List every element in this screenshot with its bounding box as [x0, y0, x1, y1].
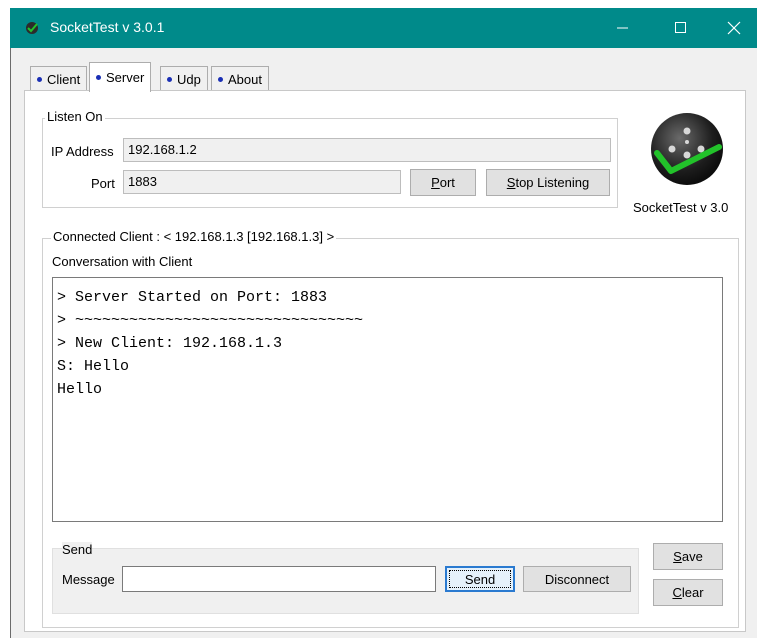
ip-address-field[interactable]: 192.168.1.2 [123, 138, 611, 162]
title-bar[interactable]: SocketTest v 3.0.1 [10, 8, 757, 48]
socket-logo-icon [651, 113, 723, 185]
tab-dot-icon [167, 76, 172, 82]
tab-about[interactable]: About [211, 66, 269, 91]
tab-label: Server [106, 70, 145, 85]
app-icon [26, 22, 38, 34]
conversation-line: > ~~~~~~~~~~~~~~~~~~~~~~~~~~~~~~~~ [57, 312, 364, 329]
close-button[interactable] [711, 8, 757, 48]
disconnect-button-label: Disconnect [544, 571, 610, 587]
conversation-label: Conversation with Client [52, 254, 193, 269]
stop-listening-button[interactable]: Stop Listening [486, 169, 610, 196]
port-button-mnemonic: P [431, 175, 440, 190]
save-button-label: ave [681, 549, 703, 564]
window-title: SocketTest v 3.0.1 [50, 19, 165, 35]
message-label: Message [62, 572, 115, 587]
logo-caption: SocketTest v 3.0 [633, 200, 729, 215]
port-button-label: ort [439, 175, 455, 190]
tab-label: Udp [177, 71, 201, 87]
maximize-icon [675, 22, 686, 33]
tab-udp[interactable]: Udp [160, 66, 208, 91]
ip-address-label: IP Address [51, 144, 114, 159]
port-label: Port [91, 176, 115, 191]
tab-dot-icon [37, 76, 42, 82]
port-field[interactable]: 1883 [123, 170, 401, 194]
clear-button[interactable]: Clear [653, 579, 723, 606]
conversation-line: > Server Started on Port: 1883 [57, 289, 328, 306]
tab-dot-icon [218, 76, 223, 82]
tab-server[interactable]: Server [89, 62, 152, 92]
send-legend: Send [62, 542, 93, 557]
tab-label: Client [47, 71, 81, 87]
tab-dot-icon [96, 75, 101, 80]
stop-button-label: top Listening [515, 175, 590, 190]
focus-ring [449, 570, 511, 588]
port-button[interactable]: Port [410, 169, 476, 196]
tab-label: About [228, 71, 262, 87]
listen-on-legend: Listen On [45, 109, 105, 124]
minimize-button[interactable] [600, 8, 646, 48]
stop-button-mnemonic: S [506, 175, 516, 190]
clear-button-mnemonic: C [672, 585, 682, 600]
disconnect-button[interactable]: Disconnect [523, 566, 631, 592]
conversation-line: S: Hello [57, 358, 130, 375]
conversation-line: > New Client: 192.168.1.3 [57, 335, 283, 352]
minimize-icon [617, 27, 628, 29]
conversation-line: Hello [57, 381, 103, 398]
save-button[interactable]: Save [653, 543, 723, 570]
tab-client[interactable]: Client [30, 66, 88, 91]
maximize-button[interactable] [658, 8, 704, 48]
conversation-textarea[interactable]: > Server Started on Port: 1883 > ~~~~~~~~… [52, 277, 723, 522]
send-button[interactable]: Send [445, 566, 515, 592]
connected-client-legend: Connected Client : < 192.168.1.3 [192.16… [51, 229, 337, 244]
save-button-mnemonic: S [673, 549, 682, 564]
clear-button-label: lear [681, 585, 704, 600]
close-icon [727, 21, 741, 35]
message-input[interactable] [122, 566, 436, 592]
